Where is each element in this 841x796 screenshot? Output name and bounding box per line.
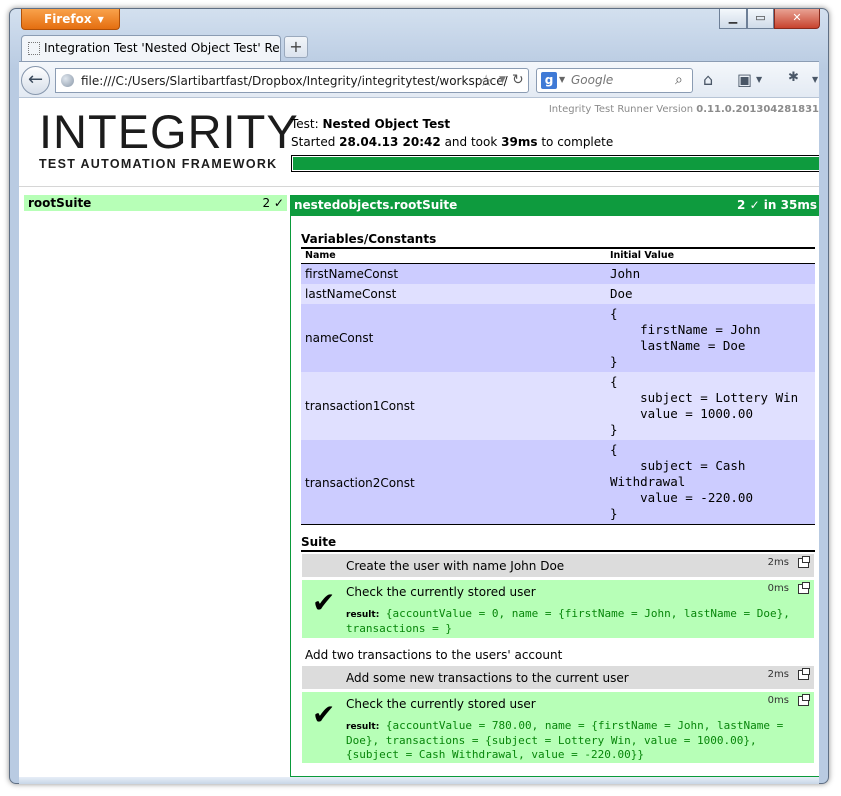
- integrity-logo: INTEGRITY TEST AUTOMATION FRAMEWORK: [39, 105, 299, 171]
- version-info: Integrity Test Runner Version 0.11.0.201…: [548, 104, 819, 115]
- progress-bar: [291, 155, 819, 172]
- maximize-button[interactable]: ▭: [747, 9, 774, 29]
- url-text: file:///C:/Users/Slartibartfast/Dropbox/…: [81, 74, 508, 88]
- variables-header: Name Initial Value: [301, 249, 815, 264]
- divider: [19, 186, 819, 187]
- popup-icon[interactable]: [798, 582, 810, 594]
- suite-section: Suite Create the user with name John Doe…: [301, 535, 815, 763]
- suite-tree-item[interactable]: rootSuite 2 ✓: [24, 195, 287, 211]
- home-icon[interactable]: ⌂: [703, 70, 713, 89]
- result-text: result: {accountValue = 780.00, name = {…: [346, 719, 784, 761]
- search-bar[interactable]: g ▼ ⌕: [536, 68, 693, 93]
- variable-row: lastNameConst Doe: [301, 284, 815, 304]
- firebug-icon[interactable]: ✱: [788, 70, 799, 85]
- comment-text: Add two transactions to the users' accou…: [305, 648, 563, 662]
- call-step[interactable]: Add some new transactions to the current…: [302, 666, 814, 689]
- test-name: Nested Object Test: [322, 117, 451, 131]
- popup-icon[interactable]: [798, 556, 810, 568]
- test-step-passed[interactable]: ✔ Check the currently stored user 0ms re…: [302, 580, 814, 638]
- history-dropdown-icon[interactable]: ▼: [499, 75, 506, 85]
- browser-tab[interactable]: Integration Test 'Nested Object Test' Re…: [21, 35, 281, 61]
- back-button[interactable]: ←: [21, 66, 50, 95]
- suite-tree: rootSuite 2 ✓: [24, 195, 287, 770]
- call-step[interactable]: Create the user with name John Doe 2ms: [302, 554, 814, 577]
- bookmarks-icon[interactable]: ▣: [737, 70, 752, 89]
- chevron-down-icon[interactable]: ▼: [559, 75, 565, 84]
- popup-icon[interactable]: [798, 668, 810, 680]
- close-button[interactable]: ✕: [774, 9, 820, 29]
- chevron-down-icon[interactable]: ▼: [812, 75, 818, 84]
- new-tab-button[interactable]: +: [284, 36, 308, 58]
- page-content: INTEGRITY TEST AUTOMATION FRAMEWORK Inte…: [19, 97, 819, 777]
- status-bar: [19, 777, 819, 784]
- suite-header[interactable]: nestedobjects.rootSuite 2 ✓ in 35ms: [291, 196, 819, 216]
- firefox-menu-button[interactable]: Firefox ▼: [21, 9, 120, 30]
- tab-title: Integration Test 'Nested Object Test' Re…: [44, 41, 280, 55]
- variable-row: transaction1Const { subject = Lottery Wi…: [301, 372, 815, 440]
- variable-row: transaction2Const { subject = Cash Withd…: [301, 440, 815, 525]
- progress-fill: [293, 157, 819, 170]
- page-icon: [28, 42, 40, 55]
- bookmark-star-icon[interactable]: ☆: [479, 71, 493, 90]
- chevron-down-icon: ▼: [97, 15, 104, 24]
- reload-icon[interactable]: ↻: [512, 72, 524, 88]
- variables-section: Variables/Constants Name Initial Value f…: [301, 232, 815, 525]
- minimize-button[interactable]: ▁: [719, 9, 747, 29]
- suite-status: 2 ✓ in 35ms: [737, 198, 817, 212]
- navigation-toolbar: ← file:///C:/Users/Slartibartfast/Dropbo…: [19, 61, 819, 97]
- search-icon[interactable]: ⌕: [675, 72, 683, 88]
- globe-icon: [61, 74, 74, 87]
- chevron-down-icon[interactable]: ▼: [756, 75, 762, 84]
- checkmark-icon: ✔: [312, 586, 336, 619]
- popup-icon[interactable]: [798, 694, 810, 706]
- checkmark-icon: ✔: [312, 698, 336, 731]
- result-text: result: {accountValue = 0, name = {first…: [346, 607, 790, 635]
- suite-panel: nestedobjects.rootSuite 2 ✓ in 35ms Varia…: [290, 195, 819, 777]
- variable-row: nameConst { firstName = John lastName = …: [301, 304, 815, 372]
- search-input[interactable]: [571, 73, 671, 87]
- url-bar[interactable]: file:///C:/Users/Slartibartfast/Dropbox/…: [55, 68, 529, 93]
- test-step-passed[interactable]: ✔ Check the currently stored user 0ms re…: [302, 692, 814, 763]
- browser-window: Firefox ▼ ▁ ▭ ✕ Integration Test 'Nested …: [9, 8, 829, 784]
- google-icon[interactable]: g: [541, 72, 557, 89]
- variable-row: firstNameConst John: [301, 264, 815, 284]
- test-info: Test: Nested Object Test Started 28.04.1…: [291, 117, 614, 149]
